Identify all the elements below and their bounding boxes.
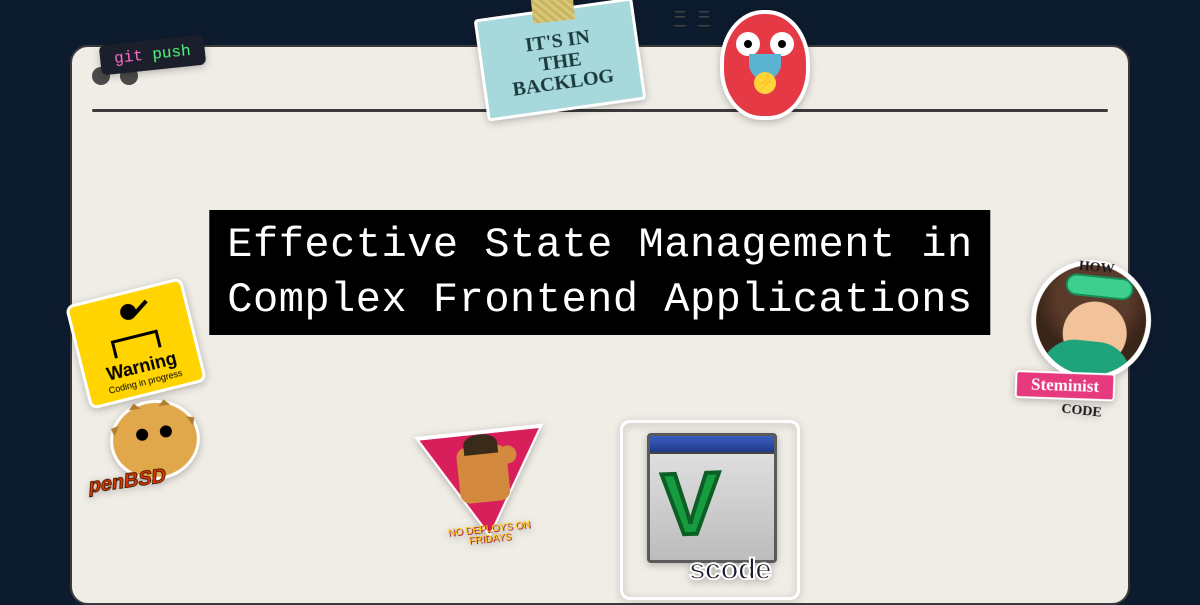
vscode-v: V xyxy=(661,452,720,556)
tape-icon xyxy=(531,0,575,24)
triangle-icon: NO DEPLOYS ON FRIDAYS xyxy=(414,424,556,557)
vscode-scode: scode xyxy=(689,553,771,587)
sticker-go-gopher: = =— — ⚡ xyxy=(700,2,830,132)
gopher-icon: ⚡ xyxy=(720,10,810,120)
gopher-eye-right xyxy=(770,32,794,56)
sticker-steminist: HOW CODE Steminist xyxy=(1006,253,1172,428)
motion-lines-icon: = =— — xyxy=(674,12,710,32)
steminist-banner: Steminist xyxy=(1015,370,1116,401)
window-divider xyxy=(92,109,1108,112)
page-title: Effective State Management in Complex Fr… xyxy=(209,210,990,335)
sticker-openbsd: penBSD xyxy=(105,394,205,486)
gopher-eye-left xyxy=(736,32,760,56)
git-arg: push xyxy=(151,42,191,64)
coder-silhouette-icon xyxy=(97,297,167,360)
git-command: git xyxy=(113,47,144,68)
sticker-no-deploy-fridays: NO DEPLOYS ON FRIDAYS xyxy=(414,424,556,557)
flash-bolt-icon: ⚡ xyxy=(754,72,776,94)
vscode-logo-icon: V scode xyxy=(620,420,800,600)
avatar-ring-text: HOW CODE xyxy=(1004,250,1174,429)
fist-character-icon xyxy=(456,444,512,505)
pufferfish-icon: penBSD xyxy=(105,394,205,486)
sticker-vscode: V scode xyxy=(620,420,800,600)
